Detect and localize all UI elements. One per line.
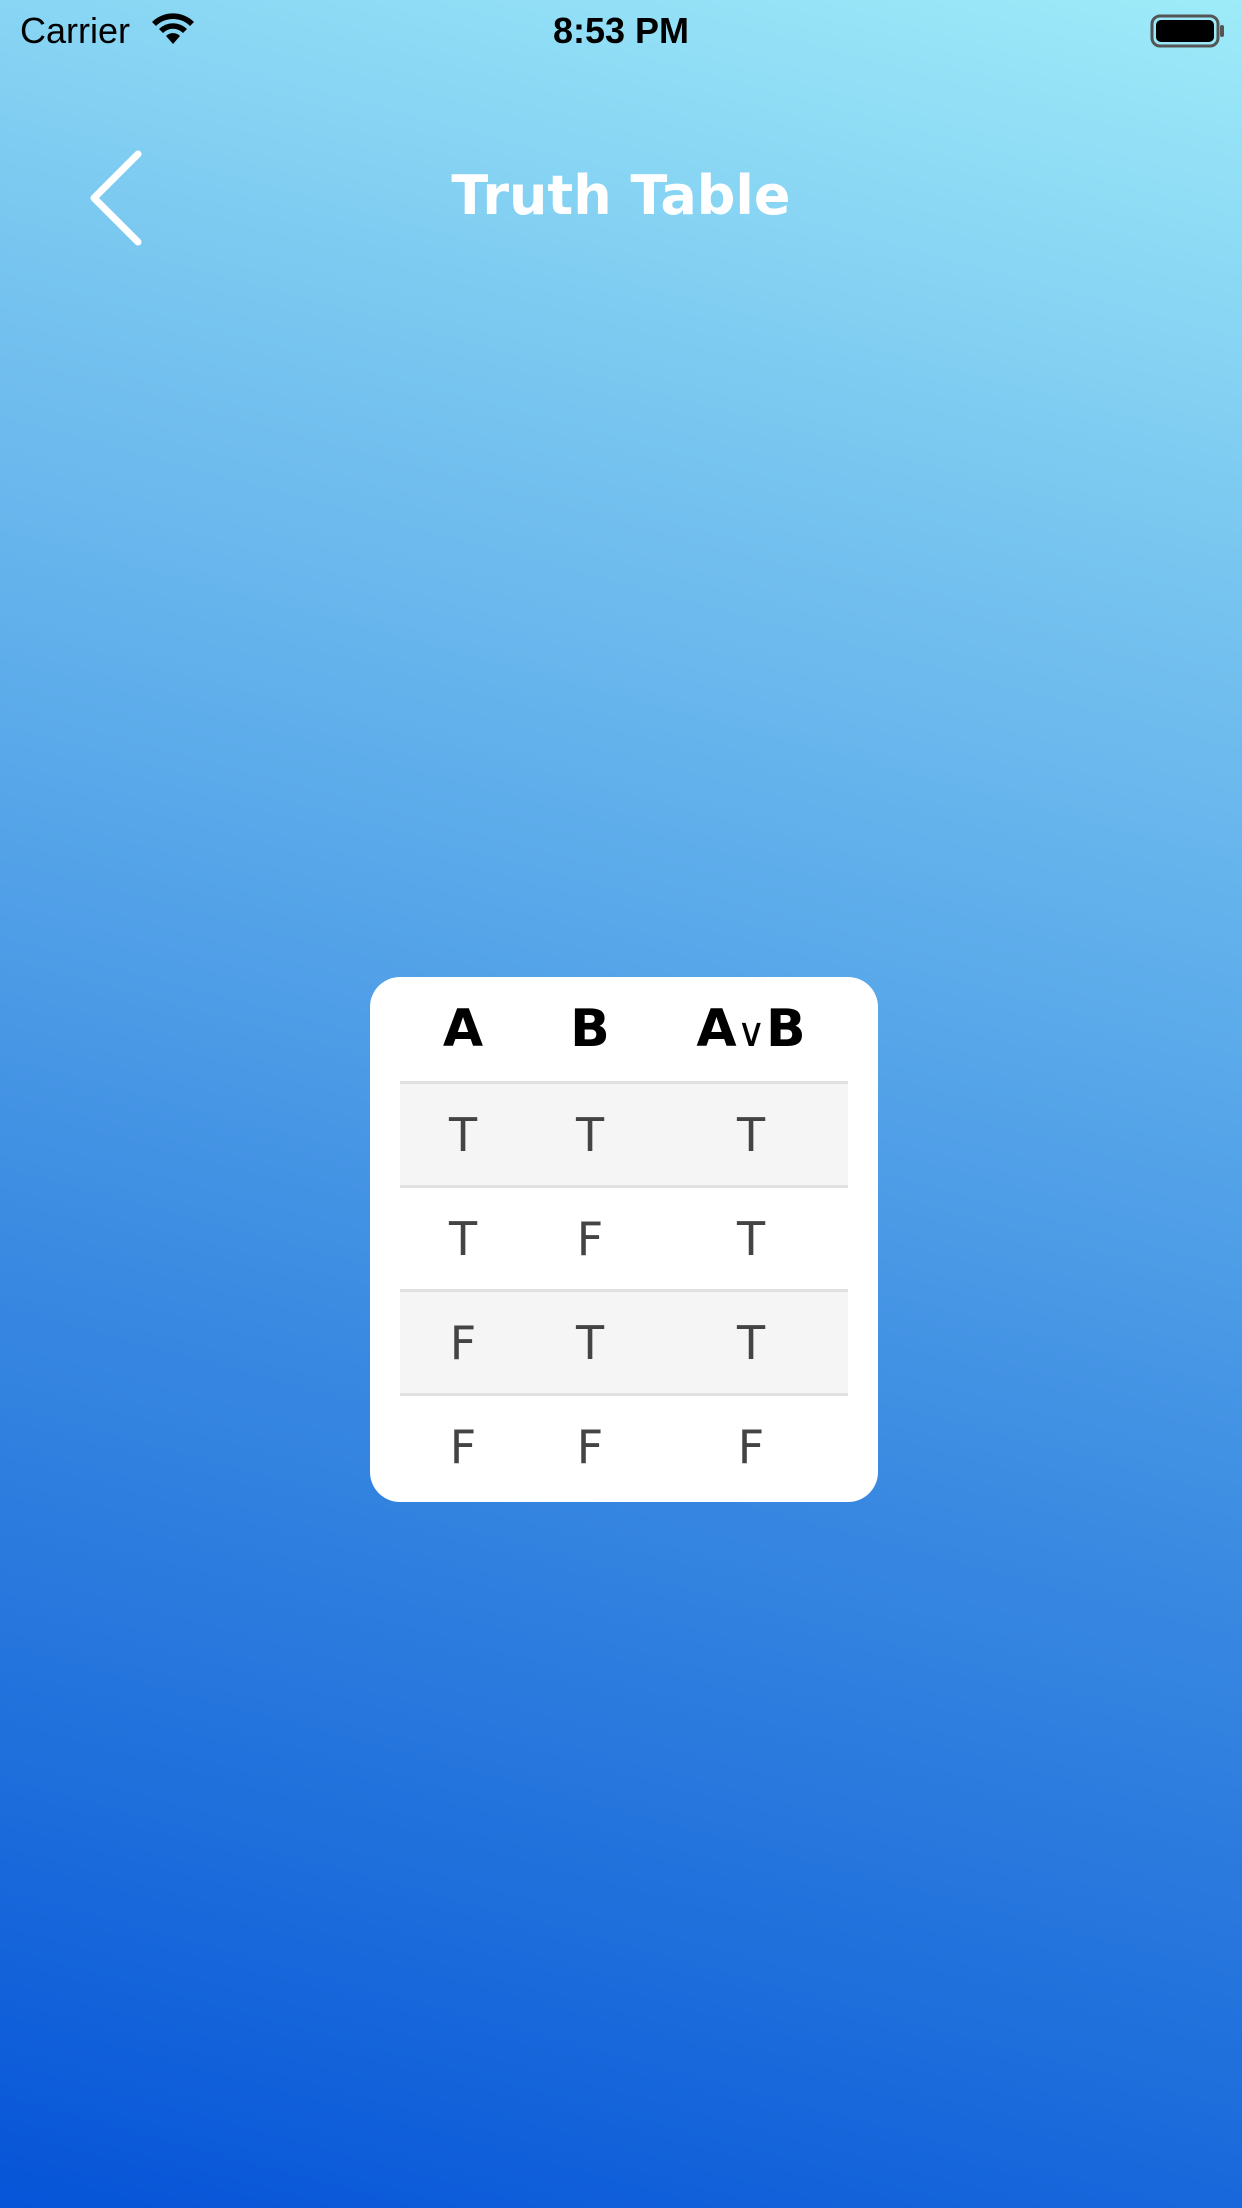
cell-a: F xyxy=(449,1419,477,1474)
header-a: A xyxy=(442,999,484,1059)
cell-a: F xyxy=(449,1315,477,1370)
cell-a: T xyxy=(448,1107,478,1162)
cell-result: F xyxy=(737,1419,765,1474)
truth-table-card: A B A∨B T T T T F T F T T F F F xyxy=(370,977,878,1502)
header-result-right: B xyxy=(765,999,806,1059)
header-result-left: A xyxy=(696,999,737,1059)
table-header-row: A B A∨B xyxy=(400,977,848,1081)
status-time: 8:53 PM xyxy=(552,10,690,51)
cell-b: T xyxy=(575,1315,605,1370)
cell-b: F xyxy=(576,1419,604,1474)
truth-table: A B A∨B T T T T F T F T T F F F xyxy=(400,977,848,1497)
table-row: F F F xyxy=(400,1393,848,1497)
cell-b: F xyxy=(576,1211,604,1266)
battery-icon xyxy=(1150,14,1224,48)
page-title: Truth Table xyxy=(451,164,791,227)
header-a-or-b: A∨B xyxy=(654,999,848,1059)
table-row: T F T xyxy=(400,1185,848,1289)
navigation-bar: Truth Table xyxy=(0,150,1242,250)
header-b: B xyxy=(570,999,610,1059)
cell-result: T xyxy=(736,1315,766,1370)
status-bar: Carrier 8:53 PM xyxy=(0,0,1242,60)
table-row: T T T xyxy=(400,1081,848,1185)
or-operator: ∨ xyxy=(736,1010,766,1056)
cell-result: T xyxy=(736,1211,766,1266)
table-row: F T T xyxy=(400,1289,848,1393)
cell-result: T xyxy=(736,1107,766,1162)
cell-a: T xyxy=(448,1211,478,1266)
cell-b: T xyxy=(575,1107,605,1162)
